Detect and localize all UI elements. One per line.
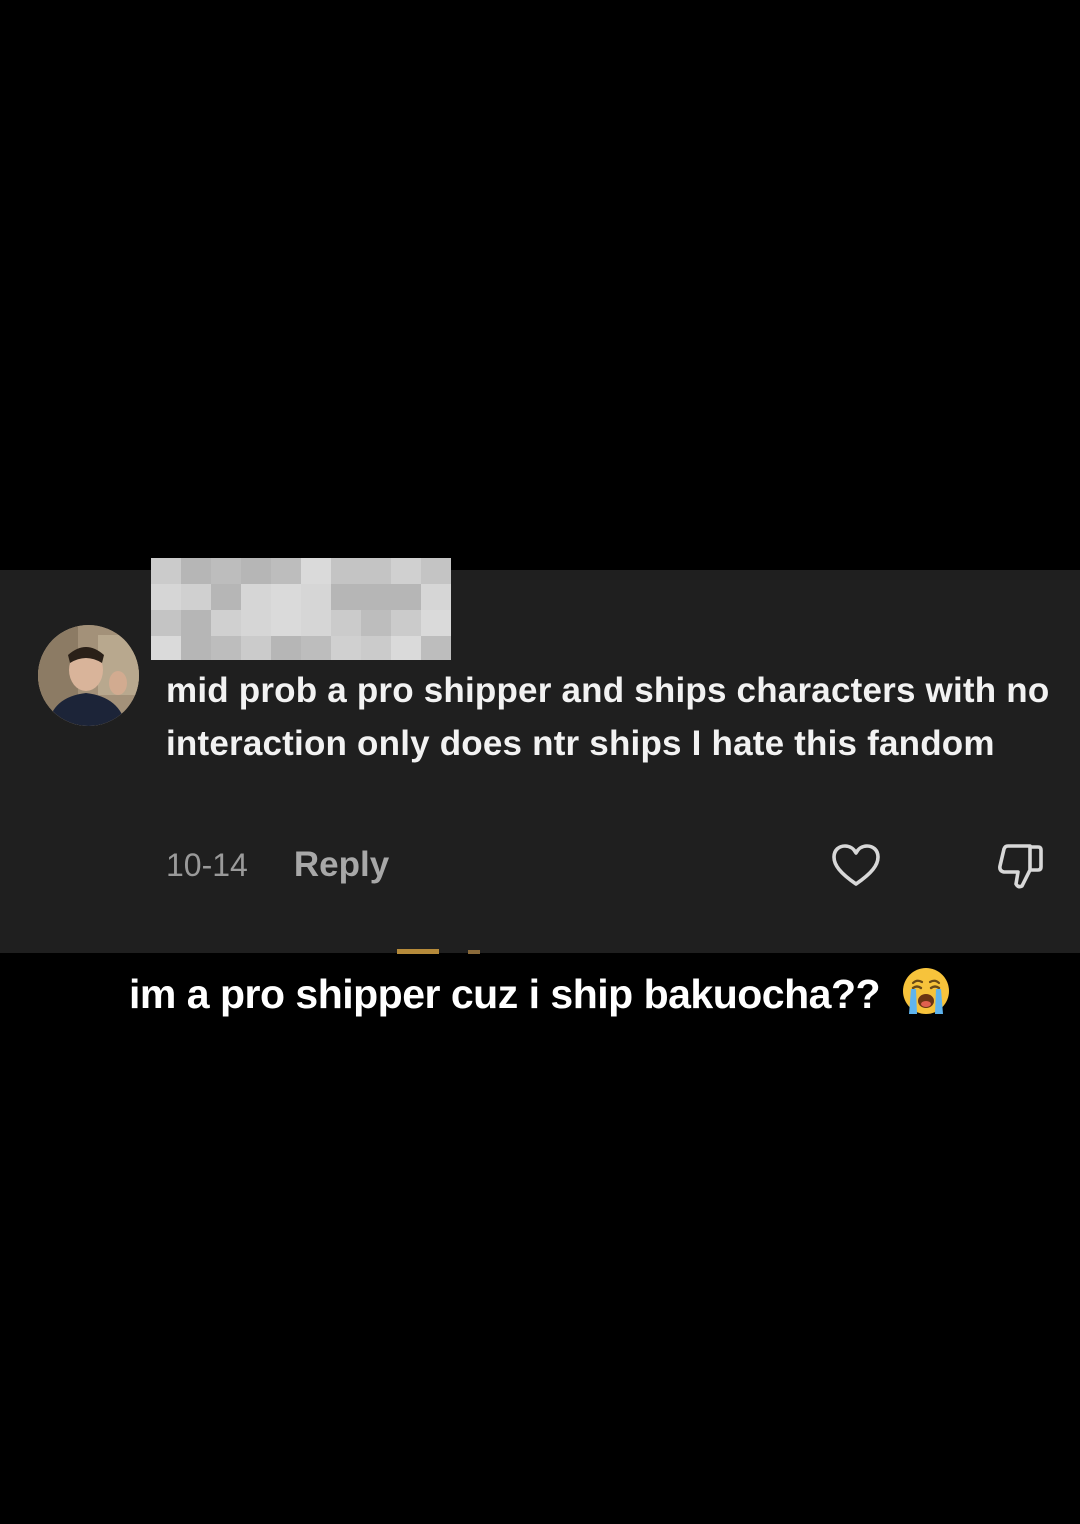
blur-pixel [391,558,421,584]
avatar-image [38,625,139,726]
blur-pixel [301,584,331,610]
thumbs-down-outline-icon [998,844,1043,889]
blur-pixel [421,584,451,610]
blur-pixel [211,610,241,636]
comment-text: mid prob a pro shipper and ships charact… [166,671,1050,763]
blur-pixel [181,636,211,660]
blur-pixel [241,584,271,610]
blur-pixel [361,558,391,584]
blur-pixel [271,584,301,610]
blur-pixel [181,610,211,636]
blur-pixel [151,610,181,636]
blur-pixel [391,610,421,636]
blur-pixel [421,558,451,584]
blur-pixel [151,558,181,584]
loudly-crying-face-icon [902,968,949,1014]
blur-pixel [181,558,211,584]
blur-pixel [271,610,301,636]
avatar[interactable] [38,625,139,726]
blur-pixel [271,636,301,660]
blur-pixel [301,636,331,660]
background-image-edge-2 [468,950,480,954]
like-button[interactable] [830,840,882,892]
blur-pixel [331,584,361,610]
blur-pixel [241,558,271,584]
reply-button[interactable]: Reply [294,845,389,885]
blur-pixel [391,636,421,660]
blur-pixel [301,610,331,636]
dislike-button[interactable] [994,840,1046,892]
background-image-edge [397,949,439,954]
blur-pixel [301,558,331,584]
blur-pixel [241,610,271,636]
blur-pixel [391,584,421,610]
blur-pixel [421,636,451,660]
blur-pixel [181,584,211,610]
blur-pixel [361,584,391,610]
blur-pixel [151,636,181,660]
heart-outline-icon [832,844,880,886]
comment-meta: 10-14 Reply [166,842,389,888]
blur-pixel [421,610,451,636]
comment-date: 10-14 [166,846,248,883]
caption-text: im a pro shipper cuz i ship bakuocha?? [129,971,881,1017]
username-redacted [151,558,451,660]
blur-pixel [361,636,391,660]
blur-pixel [271,558,301,584]
blur-pixel [211,558,241,584]
blur-pixel [361,610,391,636]
blur-pixel [331,636,361,660]
blur-pixel [331,610,361,636]
blur-pixel [211,584,241,610]
blur-pixel [211,636,241,660]
blur-pixel [151,584,181,610]
blur-pixel [241,636,271,660]
blur-pixel [331,558,361,584]
video-caption: im a pro shipper cuz i ship bakuocha?? [0,966,1080,1018]
